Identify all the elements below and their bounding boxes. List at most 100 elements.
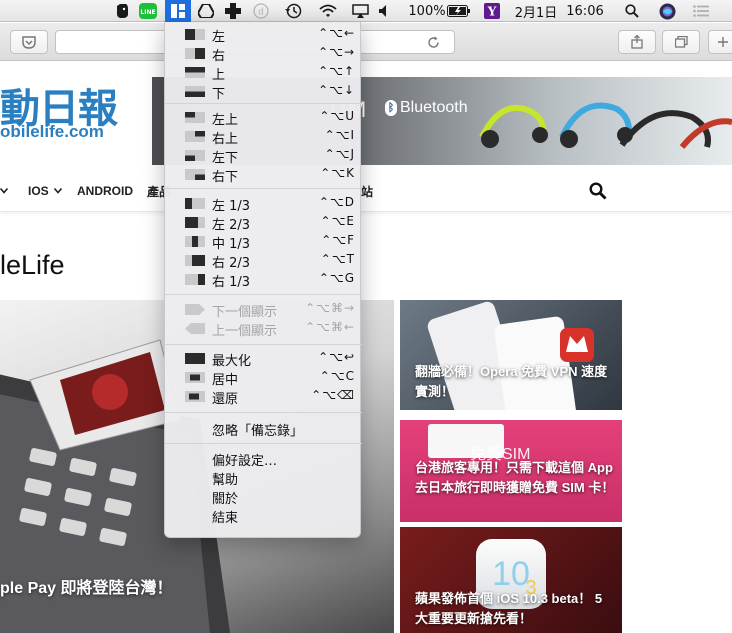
window-layout-menu: 左 ⌃⌥← 右 ⌃⌥→ 上 ⌃⌥↑ 下 ⌃⌥↓ 左上 ⌃⌥U 右上 ⌃⌥I 左下 ⌃⌥J 右下 ⌃⌥K 左 1/… <box>164 22 362 538</box>
menu-item-right-two-thirds[interactable]: 右 2/3 ⌃⌥T <box>165 251 362 271</box>
reload-icon[interactable] <box>427 36 440 49</box>
menu-item-label: 左 <box>212 30 226 45</box>
new-tab-button[interactable] <box>708 30 732 54</box>
article-tile-ios[interactable]: 10 3 蘋果發佈首個 iOS 10.3 beta！ 5 大重要更新搶先看！ <box>400 527 622 633</box>
article-tile-opera[interactable]: 翻牆必備！Opera 免費 VPN 速度實測！ <box>400 300 622 410</box>
menu-item-label: 忽略「備忘錄」 <box>212 424 304 439</box>
bottom-right-window-icon <box>185 169 205 180</box>
pocket-icon <box>22 35 36 49</box>
share-icon <box>631 35 643 49</box>
menu-item-label: 居中 <box>212 373 239 388</box>
menu-item-help[interactable]: 幫助 <box>165 468 362 488</box>
site-header: 動日報 obilelife.com UM ᛒ Bluetooth <box>0 62 732 170</box>
line-icon[interactable]: LINE <box>137 0 159 22</box>
airplay-icon[interactable] <box>350 0 370 22</box>
menu-item-bottom-half[interactable]: 下 ⌃⌥↓ <box>165 82 362 102</box>
d-circle-icon[interactable]: d <box>251 0 271 22</box>
nav-dropdown-chevron[interactable] <box>0 170 8 212</box>
nav-item-site[interactable]: 站 <box>361 170 373 212</box>
siri-icon[interactable] <box>656 0 678 22</box>
svg-text:Y: Y <box>487 5 497 19</box>
tabs-icon <box>674 36 688 48</box>
menu-item-left-two-thirds[interactable]: 左 2/3 ⌃⌥E <box>165 213 362 233</box>
menu-item-center[interactable]: 居中 ⌃⌥C <box>165 368 362 388</box>
menu-item-left-half[interactable]: 左 ⌃⌥← <box>165 25 362 45</box>
menu-item-bottom-right[interactable]: 右下 ⌃⌥K <box>165 165 362 185</box>
right-half-window-icon <box>185 48 205 59</box>
menu-item-label: 右下 <box>212 170 239 185</box>
top-right-window-icon <box>185 131 205 142</box>
menu-item-shortcut: ⌃⌥⌘← <box>305 320 355 334</box>
menu-item-top-left[interactable]: 左上 ⌃⌥U <box>165 108 362 128</box>
pocket-button[interactable] <box>10 30 48 54</box>
menu-item-ignore-app[interactable]: 忽略「備忘錄」 <box>165 419 362 439</box>
menu-separator <box>165 188 362 189</box>
menu-item-right-half[interactable]: 右 ⌃⌥→ <box>165 44 362 64</box>
menu-item-shortcut: ⌃⌥⌘→ <box>305 301 355 315</box>
menu-item-left-third[interactable]: 左 1/3 ⌃⌥D <box>165 194 362 214</box>
menu-item-shortcut: ⌃⌥K <box>320 166 355 180</box>
section-title: leLife <box>0 250 65 280</box>
menubar-time[interactable]: 16:06 <box>563 0 607 22</box>
menu-item-label: 右上 <box>212 132 239 147</box>
wifi-icon[interactable] <box>317 0 339 22</box>
menu-item-shortcut: ⌃⌥F <box>321 233 355 247</box>
menu-item-label: 下一個顯示 <box>212 305 278 320</box>
menu-item-next-display[interactable]: 下一個顯示 ⌃⌥⌘→ <box>165 300 362 320</box>
article-tile-title: 台港旅客專用！只需下載這個 App 去日本旅行即時獲贈免費 SIM 卡！ <box>415 460 615 495</box>
plus-cross-icon[interactable] <box>223 0 243 22</box>
menu-item-top-right[interactable]: 右上 ⌃⌥I <box>165 127 362 147</box>
bottom-left-window-icon <box>185 150 205 161</box>
menu-item-preferences[interactable]: 偏好設定… <box>165 449 362 469</box>
article-tile-title: 蘋果發佈首個 iOS 10.3 beta！ 5 大重要更新搶先看！ <box>415 591 603 626</box>
menu-bar: LINE d 100% Y 2月1日 16:06 <box>0 0 732 22</box>
evernote-icon[interactable] <box>113 0 131 22</box>
menu-separator <box>165 344 362 345</box>
left-third-window-icon <box>185 198 205 209</box>
menu-item-center-third[interactable]: 中 1/3 ⌃⌥F <box>165 232 362 252</box>
divvy-window-icon[interactable] <box>165 0 191 22</box>
time-machine-icon[interactable] <box>283 0 303 22</box>
maximize-window-icon <box>185 353 205 364</box>
menu-item-label: 左 2/3 <box>212 218 251 233</box>
menu-item-restore[interactable]: 還原 ⌃⌥⌫ <box>165 387 362 407</box>
site-search-button[interactable] <box>589 170 607 212</box>
search-icon <box>589 182 607 200</box>
nav-item-ios[interactable]: IOS <box>28 170 62 212</box>
browser-toolbar <box>0 23 732 61</box>
bottom-half-window-icon <box>185 86 205 97</box>
menu-item-bottom-left[interactable]: 左下 ⌃⌥J <box>165 146 362 166</box>
google-drive-icon[interactable] <box>196 0 216 22</box>
show-tabs-button[interactable] <box>662 30 700 54</box>
plus-icon <box>718 37 728 47</box>
nav-item-android[interactable]: ANDROID <box>77 170 133 212</box>
menu-item-shortcut: ⌃⌥C <box>319 369 355 383</box>
menu-item-top-half[interactable]: 上 ⌃⌥↑ <box>165 63 362 83</box>
nav-item-label: IOS <box>28 184 49 198</box>
menu-item-label: 最大化 <box>212 354 252 369</box>
menu-separator <box>165 412 362 413</box>
menu-item-maximize[interactable]: 最大化 ⌃⌥↩ <box>165 349 362 369</box>
nav-item-label: 站 <box>361 184 374 199</box>
menubar-date[interactable]: 2月1日 <box>513 0 559 22</box>
feature-article-title[interactable]: ple Pay 即將登陸台灣！ <box>0 574 172 598</box>
share-button[interactable] <box>618 30 656 54</box>
chevron-down-icon <box>0 188 8 194</box>
menu-item-shortcut: ⌃⌥← <box>318 26 355 40</box>
menu-item-label: 左 1/3 <box>212 199 251 214</box>
menu-item-previous-display[interactable]: 上一個顯示 ⌃⌥⌘← <box>165 319 362 339</box>
menu-separator <box>165 294 362 295</box>
menu-item-right-third[interactable]: 右 1/3 ⌃⌥G <box>165 270 362 290</box>
volume-icon[interactable] <box>376 0 394 22</box>
notification-center-icon[interactable] <box>690 0 712 22</box>
left-two-thirds-window-icon <box>185 217 205 228</box>
spotlight-search-icon[interactable] <box>622 0 642 22</box>
yahoo-icon[interactable]: Y <box>482 0 502 22</box>
menu-item-quit[interactable]: 結束 <box>165 506 362 526</box>
center-window-icon <box>185 372 205 383</box>
menu-item-about[interactable]: 關於 <box>165 487 362 507</box>
article-tile-sim[interactable]: 免費SIM 台港旅客專用！只需下載這個 App 去日本旅行即時獲贈免費 SIM … <box>400 420 622 522</box>
menu-item-label: 上一個顯示 <box>212 324 278 339</box>
site-logo-domain[interactable]: obilelife.com <box>0 122 104 142</box>
battery-charging-icon[interactable] <box>446 0 472 22</box>
